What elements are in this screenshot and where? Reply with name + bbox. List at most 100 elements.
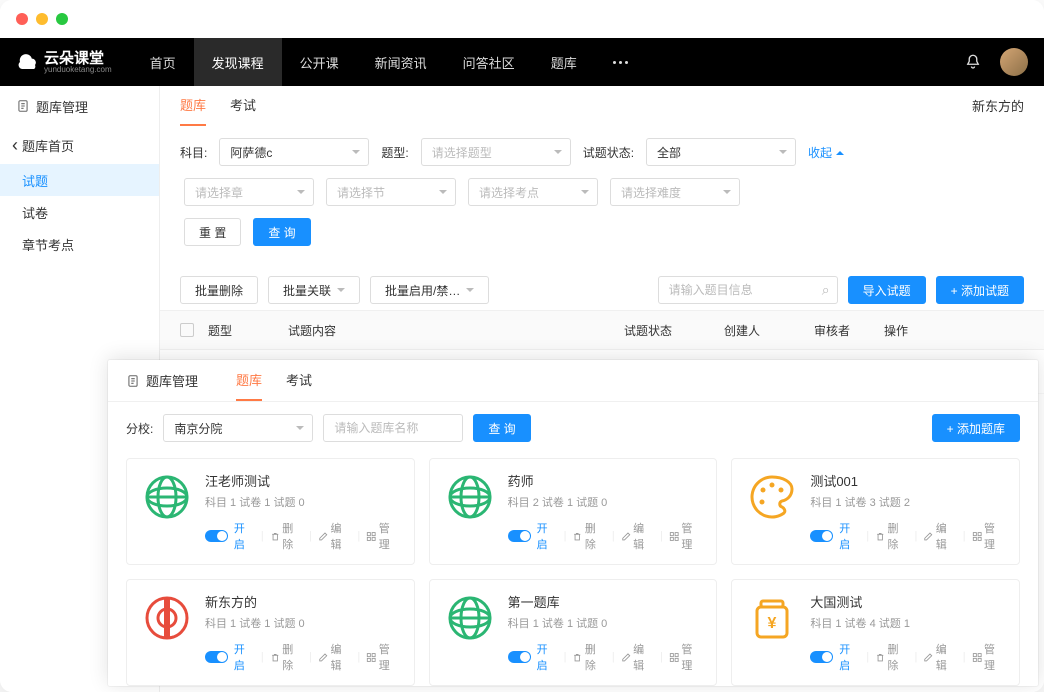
card-manage[interactable]: 管理: [366, 641, 399, 673]
card-edit[interactable]: 编辑: [621, 520, 654, 552]
th-reviewer: 审核者: [814, 322, 884, 339]
doc-icon: [16, 99, 30, 113]
toggle-label: 开启: [234, 520, 255, 552]
card-delete[interactable]: 删除: [875, 520, 908, 552]
card-stats: 科目 1 试卷 1 试题 0: [205, 494, 400, 510]
card-delete[interactable]: 删除: [270, 641, 303, 673]
card-manage[interactable]: 管理: [669, 641, 702, 673]
status-select[interactable]: 全部: [646, 138, 796, 166]
subject-select[interactable]: 阿萨德c: [219, 138, 369, 166]
toggle-switch[interactable]: [508, 530, 531, 542]
toggle-switch[interactable]: [205, 651, 228, 663]
status-label: 试题状态:: [583, 144, 634, 161]
reset-button[interactable]: 重 置: [184, 218, 241, 246]
card-edit[interactable]: 编辑: [621, 641, 654, 673]
toggle-switch[interactable]: [810, 530, 833, 542]
nav-item-1[interactable]: 发现课程: [194, 38, 282, 86]
toggle-label: 开启: [839, 641, 860, 673]
toggle-label: 开启: [234, 641, 255, 673]
search-input[interactable]: [658, 276, 838, 304]
nav-item-5[interactable]: 题库: [533, 38, 595, 86]
nav-item-4[interactable]: 问答社区: [445, 38, 533, 86]
card-title: 药师: [508, 471, 703, 490]
overlay-tab-banks[interactable]: 题库: [236, 361, 262, 401]
subject-label: 科目:: [180, 144, 207, 161]
select-all-checkbox[interactable]: [180, 323, 194, 337]
difficulty-select[interactable]: 请选择难度: [610, 178, 740, 206]
card-delete[interactable]: 删除: [572, 520, 605, 552]
add-bank-button[interactable]: + 添加题库: [932, 414, 1020, 442]
card-icon: [141, 471, 193, 523]
bank-card: 新东方的科目 1 试卷 1 试题 0开启|删除|编辑|管理: [126, 579, 415, 686]
nav-more-icon[interactable]: [595, 61, 646, 64]
overlay-query-button[interactable]: 查 询: [473, 414, 530, 442]
doc-icon: [126, 374, 140, 388]
card-edit[interactable]: 编辑: [923, 520, 956, 552]
logo-text: 云朵课堂: [44, 51, 112, 66]
card-edit[interactable]: 编辑: [318, 641, 351, 673]
overlay-tab-exams[interactable]: 考试: [286, 361, 312, 401]
card-delete[interactable]: 删除: [270, 520, 303, 552]
nav-item-3[interactable]: 新闻资讯: [357, 38, 445, 86]
card-manage[interactable]: 管理: [366, 520, 399, 552]
svg-text:¥: ¥: [768, 615, 777, 632]
import-button[interactable]: 导入试题: [848, 276, 926, 304]
user-avatar[interactable]: [1000, 48, 1028, 76]
maximize-window[interactable]: [56, 13, 68, 25]
card-manage[interactable]: 管理: [972, 520, 1005, 552]
th-status: 试题状态: [624, 322, 724, 339]
toggle-label: 开启: [537, 641, 558, 673]
card-stats: 科目 1 试卷 3 试题 2: [810, 494, 1005, 510]
sidebar-title: 题库管理: [0, 86, 159, 126]
toggle-label: 开启: [839, 520, 860, 552]
minimize-window[interactable]: [36, 13, 48, 25]
toggle-switch[interactable]: [508, 651, 531, 663]
bank-overlay-panel: 题库管理 题库 考试 分校: 南京分院 查 询 + 添加题库 汪老师测试科目 1…: [108, 360, 1038, 686]
card-icon: [141, 592, 193, 644]
tab-questions[interactable]: 题库: [180, 86, 206, 126]
bank-card: ¥大国测试科目 1 试卷 4 试题 1开启|删除|编辑|管理: [731, 579, 1020, 686]
batch-toggle-button[interactable]: 批量启用/禁…: [370, 276, 489, 304]
campus-label: 分校:: [126, 420, 153, 437]
close-window[interactable]: [16, 13, 28, 25]
sidebar-back[interactable]: 题库首页: [0, 126, 159, 164]
batch-relate-button[interactable]: 批量关联: [268, 276, 360, 304]
card-manage[interactable]: 管理: [669, 520, 702, 552]
card-edit[interactable]: 编辑: [923, 641, 956, 673]
logo-subtext: yunduoketang.com: [44, 66, 112, 74]
sidebar-item-0[interactable]: 试题: [0, 164, 159, 196]
section-select[interactable]: 请选择节: [326, 178, 456, 206]
campus-select[interactable]: 南京分院: [163, 414, 313, 442]
chapter-select[interactable]: 请选择章: [184, 178, 314, 206]
card-manage[interactable]: 管理: [972, 641, 1005, 673]
nav-item-2[interactable]: 公开课: [282, 38, 357, 86]
nav-item-0[interactable]: 首页: [132, 38, 194, 86]
toggle-switch[interactable]: [205, 530, 228, 542]
breadcrumb-bank: 新东方的: [972, 96, 1024, 115]
card-icon: [746, 471, 798, 523]
type-select[interactable]: 请选择题型: [421, 138, 571, 166]
batch-delete-button[interactable]: 批量删除: [180, 276, 258, 304]
bank-card: 药师科目 2 试卷 1 试题 0开启|删除|编辑|管理: [429, 458, 718, 565]
cloud-icon: [16, 50, 40, 74]
query-button[interactable]: 查 询: [253, 218, 310, 246]
th-content: 试题内容: [288, 322, 624, 339]
sidebar-item-2[interactable]: 章节考点: [0, 228, 159, 260]
sidebar-item-1[interactable]: 试卷: [0, 196, 159, 228]
bank-name-input[interactable]: [323, 414, 463, 442]
content-tabs: 题库 考试 新东方的: [160, 86, 1044, 126]
collapse-link[interactable]: 收起: [808, 144, 844, 161]
card-edit[interactable]: 编辑: [318, 520, 351, 552]
add-question-button[interactable]: + 添加试题: [936, 276, 1024, 304]
tab-exams[interactable]: 考试: [230, 86, 256, 126]
bell-icon[interactable]: [964, 53, 982, 71]
point-select[interactable]: 请选择考点: [468, 178, 598, 206]
card-icon: ¥: [746, 592, 798, 644]
app-header: 云朵课堂 yunduoketang.com 首页发现课程公开课新闻资讯问答社区题…: [0, 38, 1044, 86]
card-delete[interactable]: 删除: [572, 641, 605, 673]
card-delete[interactable]: 删除: [875, 641, 908, 673]
card-title: 测试001: [810, 471, 1005, 490]
toggle-switch[interactable]: [810, 651, 833, 663]
logo[interactable]: 云朵课堂 yunduoketang.com: [16, 50, 112, 74]
card-title: 汪老师测试: [205, 471, 400, 490]
